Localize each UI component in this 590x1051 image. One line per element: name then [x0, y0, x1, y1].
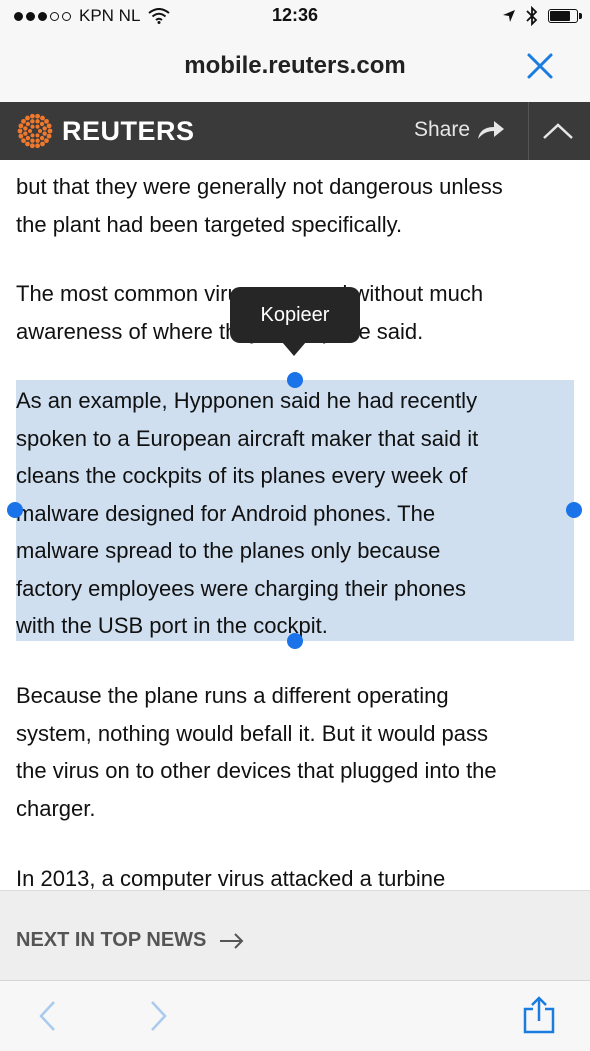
close-icon[interactable]: [524, 50, 556, 82]
logo-dot: [40, 115, 45, 121]
article-paragraph: In 2013, a computer virus attacked a tur…: [16, 860, 445, 890]
text-line: malware spread to the planes only becaus…: [16, 538, 441, 563]
logo-dot: [35, 143, 41, 149]
chevron-up-icon[interactable]: [540, 118, 576, 144]
logo-dot: [38, 129, 42, 133]
text-line: Because the plane runs a different opera…: [16, 683, 449, 708]
next-in-top-news-bar[interactable]: NEXT IN TOP NEWS: [0, 890, 590, 981]
brand-name: REUTERS: [62, 115, 195, 146]
tooltip-arrow: [282, 342, 306, 356]
logo-dot: [25, 115, 30, 121]
article-paragraph: Because the plane runs a different opera…: [16, 677, 497, 827]
text-line: but that they were generally not dangero…: [16, 174, 503, 199]
text-line: In 2013, a computer virus attacked a tur…: [16, 866, 446, 890]
location-arrow-icon: [503, 10, 515, 22]
article-paragraph: but that they were generally not dangero…: [16, 168, 503, 243]
article-body: but that they were generally not dangero…: [16, 160, 581, 890]
logo-dot: [29, 143, 35, 149]
logo-dot: [35, 133, 40, 138]
text-line: charger.: [16, 795, 96, 821]
text-line: spoken to a European aircraft maker that…: [16, 425, 479, 451]
battery-icon: [548, 9, 582, 23]
status-icons: [502, 6, 582, 26]
share-button[interactable]: Share: [414, 118, 506, 142]
selection-handle-left[interactable]: [7, 502, 23, 518]
logo-dot: [30, 124, 35, 129]
text-line: malware designed for Android phones. The: [16, 500, 436, 526]
logo-dot: [23, 126, 28, 131]
status-bar: KPN NL 12:36: [0, 0, 590, 34]
reuters-logo[interactable]: REUTERS: [16, 112, 195, 150]
text-line: factory employees were charging their ph…: [16, 575, 467, 601]
site-header: REUTERS Share: [0, 102, 590, 160]
selection-handle-top[interactable]: [287, 372, 303, 388]
logo-dot: [23, 131, 28, 136]
text-line: cleans the cockpits of its planes every …: [16, 463, 468, 488]
text-line: the virus on to other devices that plugg…: [16, 758, 497, 783]
selected-paragraph[interactable]: As an example, Hypponen said he had rece…: [16, 382, 561, 645]
logo-dot: [47, 128, 53, 134]
bluetooth-icon: [526, 6, 538, 26]
logo-dot: [18, 133, 24, 139]
logo-dot: [44, 118, 49, 124]
logo-dot: [35, 113, 41, 119]
share-label: Share: [414, 118, 471, 141]
logo-dot: [28, 129, 32, 133]
logo-dot: [46, 133, 52, 139]
logo-dot: [42, 131, 47, 136]
logo-dot: [21, 138, 26, 144]
arrow-right-icon: [220, 932, 244, 949]
logo-dot: [29, 113, 35, 119]
logo-dot: [25, 121, 31, 127]
logo-dot: [30, 119, 35, 124]
text-line: As an example, Hypponen said he had rece…: [16, 388, 478, 413]
logo-dot: [25, 135, 31, 141]
share-icon[interactable]: [522, 995, 556, 1035]
logo-dot: [39, 135, 45, 141]
logo-dot: [18, 123, 24, 129]
reuters-dots-logo-icon: [17, 113, 53, 149]
browser-toolbar: [0, 980, 590, 1051]
logo-dot: [21, 118, 26, 124]
text-line: system, nothing would befall it. But it …: [16, 720, 489, 746]
logo-dot: [35, 138, 40, 143]
back-chevron-icon[interactable]: [36, 999, 58, 1033]
forward-chevron-icon[interactable]: [148, 999, 170, 1033]
header-divider: [528, 102, 529, 160]
logo-dot: [44, 138, 49, 144]
next-news-link[interactable]: NEXT IN TOP NEWS: [16, 929, 246, 952]
logo-dot: [30, 133, 35, 138]
text-line: the plant had been targeted specifically…: [16, 211, 403, 237]
selection-handle-bottom[interactable]: [287, 633, 303, 649]
share-arrow-icon: [478, 121, 505, 139]
logo-dot: [35, 119, 40, 124]
logo-dot: [46, 123, 52, 129]
selection-handle-right[interactable]: [566, 502, 582, 518]
logo-dot: [25, 141, 30, 147]
logo-dot: [42, 126, 47, 131]
logo-dot: [17, 128, 23, 134]
url-text[interactable]: mobile.reuters.com: [0, 52, 590, 80]
next-news-label: NEXT IN TOP NEWS: [16, 929, 207, 951]
address-bar: mobile.reuters.com: [0, 34, 590, 102]
logo-dot: [39, 121, 45, 127]
logo-dot: [30, 138, 35, 143]
logo-dot: [40, 141, 45, 147]
logo-dot: [35, 124, 40, 129]
copy-menu-button[interactable]: Kopieer: [230, 287, 360, 343]
